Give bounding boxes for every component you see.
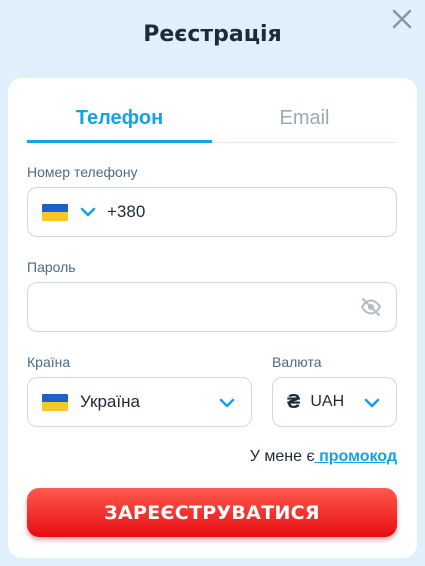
page-title: Реєстрація — [143, 22, 282, 47]
close-button[interactable] — [391, 8, 413, 30]
promo-prefix: У мене є — [249, 448, 315, 465]
password-field[interactable] — [27, 282, 397, 332]
currency-label: Валюта — [272, 354, 322, 370]
currency-value: UAH — [310, 393, 345, 410]
country-code-dropdown[interactable] — [80, 207, 96, 217]
country-value: Україна — [80, 392, 140, 411]
country-label: Країна — [27, 354, 71, 370]
phone-country-code: +380 — [107, 202, 146, 221]
chevron-down-icon — [80, 207, 96, 217]
tabs: Телефон Email — [27, 98, 397, 143]
ukraine-flag-icon — [42, 203, 68, 221]
toggle-password-visibility[interactable] — [360, 297, 382, 322]
chevron-down-icon — [219, 398, 235, 408]
registration-card: Телефон Email Номер телефону +380 Пароль… — [8, 78, 417, 558]
ukraine-flag-icon — [42, 393, 68, 411]
password-label: Пароль — [27, 259, 76, 275]
eye-off-icon — [360, 298, 382, 316]
phone-field[interactable]: +380 — [27, 187, 397, 237]
hryvnia-icon: ₴ — [287, 390, 301, 413]
tab-phone[interactable]: Телефон — [27, 98, 212, 143]
tab-email[interactable]: Email — [212, 98, 397, 142]
register-button[interactable]: ЗАРЕЄСТРУВАТИСЯ — [27, 488, 397, 537]
close-icon — [392, 9, 412, 29]
promo-row: У мене є промокод — [250, 448, 397, 466]
promo-code-link[interactable]: промокод — [315, 448, 397, 465]
phone-label: Номер телефону — [27, 164, 138, 180]
country-select[interactable]: Україна — [27, 377, 252, 427]
chevron-down-icon — [364, 398, 380, 408]
currency-select[interactable]: ₴ UAH — [272, 377, 397, 427]
